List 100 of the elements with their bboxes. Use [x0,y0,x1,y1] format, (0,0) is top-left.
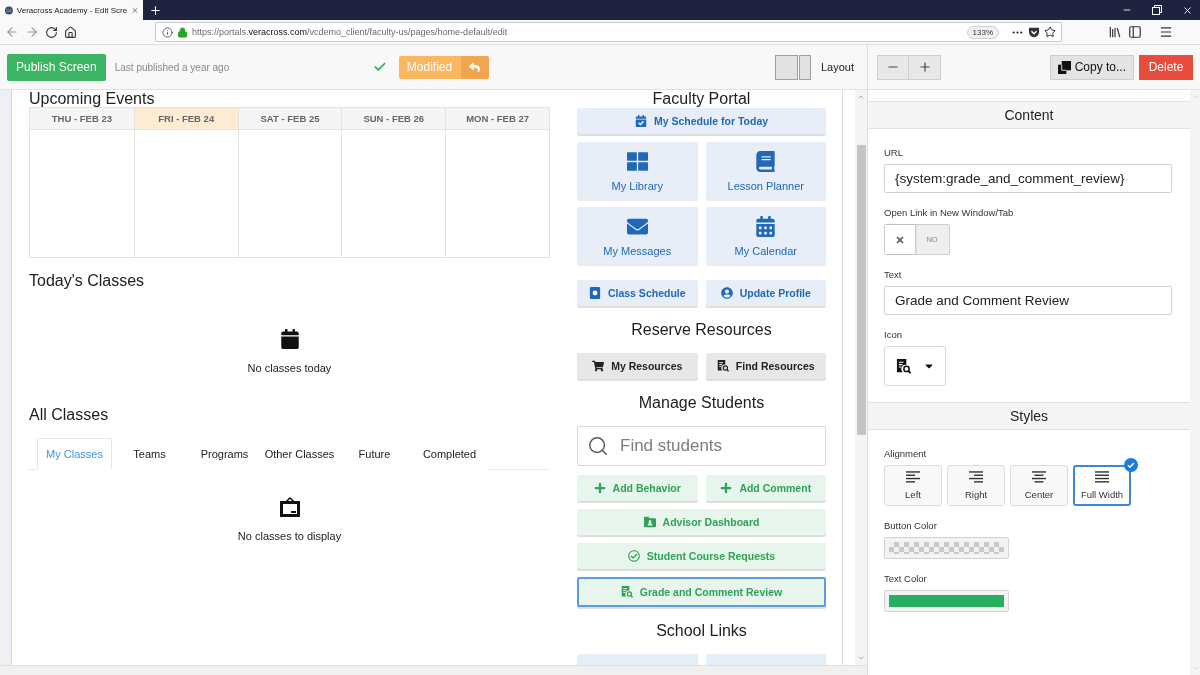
link-button[interactable]: Class Schedule [577,280,698,306]
zoom-in-button[interactable] [909,54,941,80]
day-header: SUN - FEB 26 [342,108,446,130]
zoom-out-button[interactable] [877,54,909,80]
align-center-icon [1032,471,1046,483]
restore-icon[interactable] [1152,5,1162,15]
scrollbar[interactable] [855,90,867,665]
check-circle-icon [1124,458,1138,472]
field-label: Alignment [884,448,927,460]
reply-icon [469,61,480,73]
info-icon[interactable] [162,26,173,38]
align-left-icon [906,471,920,483]
empty-message: No classes to display [237,529,342,543]
field-label: Button Color [884,520,937,532]
scrollbar[interactable] [1190,90,1200,675]
url-text: https://portals.veracross.com/vcdemo_client/faculty-us/pages/home-default/edit [192,27,509,37]
frame-icon [279,497,300,517]
plus-icon [593,482,606,494]
search-field[interactable]: Find students [577,426,826,466]
document-search-icon [716,360,729,372]
plus-icon [917,60,932,74]
folder-user-icon [643,516,656,528]
field-label: Open Link in New Window/Tab [884,207,1014,219]
section-heading: School Links [655,621,748,641]
section-heading: Upcoming Events [29,90,156,107]
calendar-icon [755,216,777,237]
field-label: URL [884,147,903,159]
search-icon [587,435,609,457]
field-label: Icon [884,329,902,341]
link-button[interactable]: My Resources [577,353,698,379]
panel-header: Content [868,101,1190,129]
reload-icon[interactable] [45,25,58,39]
pocket-icon[interactable] [1028,26,1040,38]
back-icon[interactable] [5,25,19,39]
grid-icon [626,151,648,172]
link-tile[interactable]: My Calendar [705,207,826,264]
document-search-icon [620,586,633,598]
undo-button[interactable] [460,55,489,79]
text-field[interactable]: Grade and Comment Review [884,286,1172,315]
x-icon [895,234,905,245]
section-heading: All Classes [29,405,110,425]
scrollbar-thumb[interactable] [856,145,866,435]
alignment-option[interactable]: Right [947,465,1005,506]
plus-icon[interactable] [149,3,162,17]
empty-message: No classes today [247,361,332,375]
url-field[interactable]: {system:grade_and_comment_review} [884,164,1172,193]
icon-picker[interactable] [884,346,946,386]
day-header: MON - FEB 27 [446,108,549,130]
section-heading: Faculty Portal [651,90,752,107]
envelope-icon [626,216,648,237]
cart-icon [592,360,605,372]
check-icon [372,60,387,74]
day-header: FRI - FEB 24 [134,108,238,130]
star-icon[interactable] [1044,26,1056,38]
link-button[interactable]: Update Profile [705,280,826,306]
calendar-icon [279,329,300,349]
align-justify-icon [1095,471,1109,483]
color-swatch[interactable] [884,537,1009,559]
field-label: Text [884,269,902,281]
home-icon[interactable] [64,25,77,39]
alignment-option[interactable]: Left [884,465,942,506]
alignment-option[interactable]: Center [1010,465,1068,506]
address-bar[interactable]: https://portals.veracross.com/vcdemo_client/faculty-us/pages/home-default/edit 133% [155,22,1062,42]
browser-tab[interactable]: Veracross Academy - Edit Scre [0,0,143,20]
globe-icon [5,5,13,15]
section-heading: Reserve Resources [630,320,773,340]
section-heading: Manage Students [637,393,766,413]
layout-label: Layout [820,61,854,73]
link-tile[interactable]: Lesson Planner [705,142,826,199]
day-header: THU - FEB 23 [30,108,134,130]
sidebar-icon[interactable] [1128,25,1142,39]
lock-icon [177,26,188,38]
book-icon [755,151,777,172]
copy-icon [1057,60,1071,74]
chevron-down-icon[interactable] [1191,665,1199,672]
calendar-check-icon [634,115,647,127]
menu-icon[interactable] [1159,25,1173,39]
link-tile[interactable]: My Messages [577,207,698,264]
layout-icon[interactable] [774,54,811,80]
link-tile[interactable]: My Library [577,142,698,199]
horizontal-scrollbar[interactable] [0,665,867,675]
zoom-level[interactable]: 133% [966,25,999,39]
copy-button[interactable]: Copy to... [1049,54,1134,80]
close-icon[interactable] [1182,4,1193,16]
delete-button[interactable]: Delete [1139,54,1193,80]
library-icon[interactable] [1108,25,1122,39]
plus-icon [720,482,733,494]
chevron-up-icon[interactable] [1191,93,1199,100]
panel-header: Styles [868,402,1190,430]
last-published-text: Last published a year ago [114,61,230,73]
link-button[interactable]: My Schedule for Today [577,108,826,134]
link-button[interactable]: Find Resources [705,353,826,379]
chevron-down-icon[interactable] [857,654,865,662]
section-heading: Today's Classes [29,271,146,291]
alignment-option[interactable]: Full Width [1073,465,1131,506]
chevron-up-icon[interactable] [857,93,865,101]
forward-icon[interactable] [25,25,39,39]
align-right-icon [969,471,983,483]
color-swatch[interactable] [884,590,1009,612]
field-label: Text Color [884,573,927,585]
